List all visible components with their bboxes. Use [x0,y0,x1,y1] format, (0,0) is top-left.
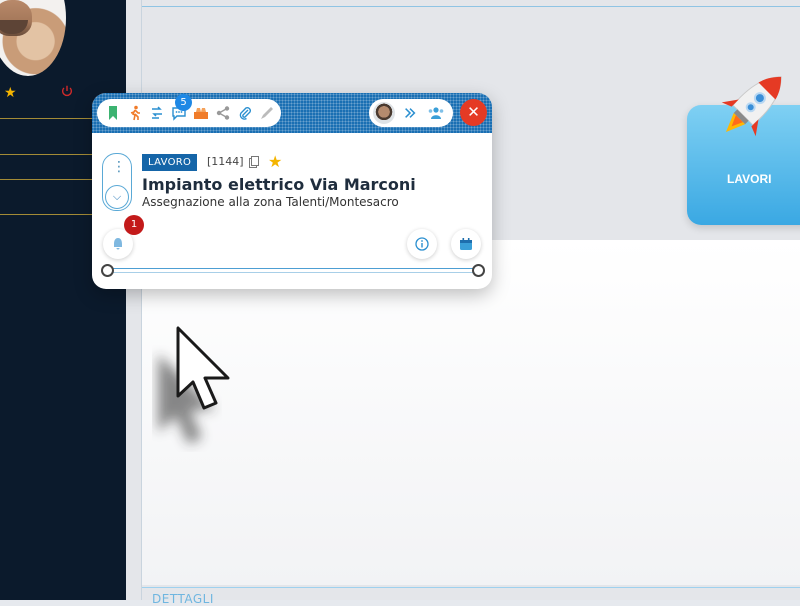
favorite-star-icon[interactable]: ★ [268,152,282,171]
progress-start-handle[interactable] [101,264,114,277]
info-button[interactable] [407,229,437,259]
chat-badge: 5 [175,94,192,111]
power-icon[interactable] [60,84,74,98]
forward-icon[interactable] [403,106,417,120]
lavori-label: LAVORI [727,172,772,186]
copy-icon[interactable] [248,156,260,169]
work-item-card: 5 ✕ ⋮ ⌵ LAVORO [1144] ★ Impianto elettri… [92,93,492,289]
tool-icon[interactable] [193,105,209,121]
walking-icon[interactable] [127,105,143,121]
section-label: DETTAGLI [152,592,214,606]
card-side-controls: ⋮ ⌵ [102,153,132,211]
close-button[interactable]: ✕ [460,99,487,126]
card-subtitle: Assegnazione alla zona Talenti/Montesacr… [142,195,399,209]
user-avatar[interactable] [0,0,66,76]
top-divider [142,6,800,7]
card-title: Impianto elettrico Via Marconi [142,175,416,194]
bell-icon [114,238,122,250]
sidebar: ★ [0,0,126,600]
avatar[interactable] [373,102,395,124]
rocket-icon [721,76,782,137]
item-code: [1144] [207,155,244,168]
attachment-icon[interactable] [237,105,253,121]
assignee-pill [369,99,453,127]
calendar-icon [460,238,472,250]
share-icon[interactable] [215,105,231,121]
info-icon [415,237,429,251]
calendar-button[interactable] [451,229,481,259]
section-divider [142,587,800,588]
more-options-icon[interactable]: ⋮ [112,159,126,175]
card-toolbar: 5 [97,94,281,127]
notification-badge: 1 [124,215,144,235]
mouse-cursor-icon [158,326,230,444]
card-header: 5 ✕ [92,93,492,133]
progress-end-handle[interactable] [472,264,485,277]
type-tag: LAVORO [142,154,198,171]
star-icon[interactable]: ★ [4,85,17,101]
chevron-down-icon[interactable]: ⌵ [105,185,129,209]
bookmark-icon[interactable] [105,105,121,121]
progress-track [106,268,478,273]
group-icon[interactable] [427,105,445,121]
route-icon[interactable] [149,105,165,121]
pen-icon[interactable] [259,105,275,121]
